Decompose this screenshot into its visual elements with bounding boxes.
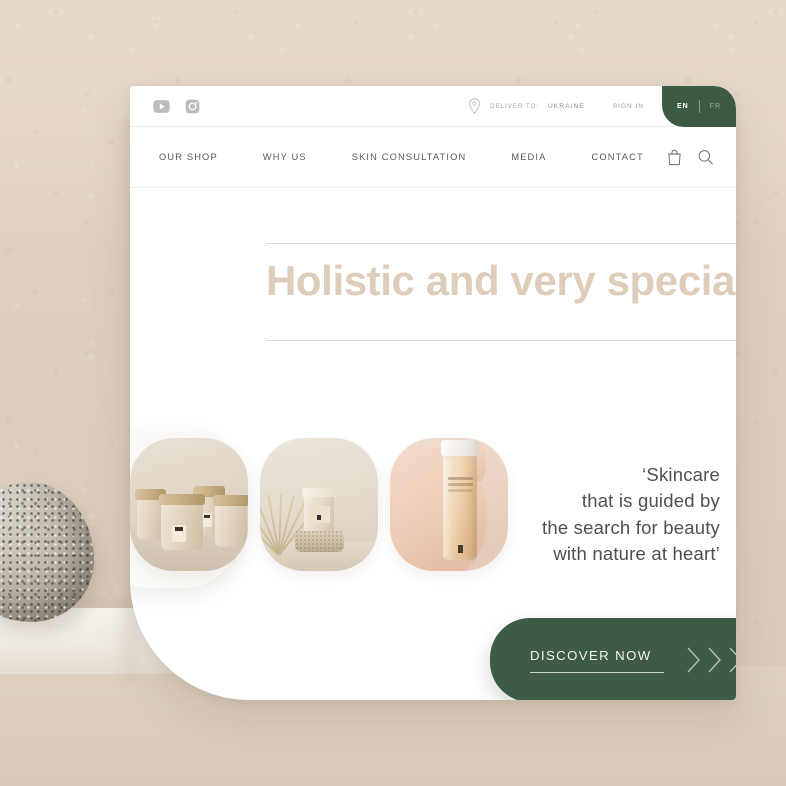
product-card-row [130,426,508,618]
main-navigation: OUR SHOP WHY US SKIN CONSULTATION MEDIA … [130,127,736,188]
discover-now-button[interactable]: DISCOVER NOW [490,618,736,700]
serum-bottle [441,440,480,561]
instagram-icon[interactable] [184,99,201,114]
utility-topbar: DELIVER TO: UKRAINE SIGN IN EN FR [130,86,736,127]
nav-icons-group [666,148,714,166]
cream-jar-b [158,493,206,550]
product-card-cream-jars[interactable] [130,438,248,571]
nav-links-group: OUR SHOP WHY US SKIN CONSULTATION MEDIA … [159,152,644,162]
sign-in-link[interactable]: SIGN IN [613,103,644,110]
cream-jar-d [212,495,248,548]
product-image-cream-jars [130,438,248,571]
language-option-fr[interactable]: FR [700,103,731,110]
product-image-jar-on-stone [260,438,378,571]
deliver-to-country[interactable]: UKRAINE [548,103,585,110]
shopping-bag-icon[interactable] [666,148,683,166]
cta-label: DISCOVER NOW [530,647,652,663]
nav-item-skin-consultation[interactable]: SKIN CONSULTATION [352,152,467,162]
cta-label-wrap: DISCOVER NOW [530,648,664,673]
product-card-jar-on-stone[interactable] [260,438,378,571]
map-pin-icon [468,98,481,114]
website-card: DELIVER TO: UKRAINE SIGN IN EN FR OUR SH… [130,86,736,700]
cta-underline [530,671,664,673]
travertine-stone [295,529,345,553]
mockup-scene: DELIVER TO: UKRAINE SIGN IN EN FR OUR SH… [0,0,786,786]
chevron-right-icon [684,643,736,677]
hero-rule-top [266,243,736,244]
cream-jar [301,488,337,532]
social-links [153,99,201,114]
nav-item-media[interactable]: MEDIA [511,152,546,162]
nav-item-our-shop[interactable]: OUR SHOP [159,152,218,162]
product-image-serum-bottle [390,438,508,571]
stone-speckle-texture [0,482,94,622]
youtube-icon[interactable] [153,99,170,114]
product-card-serum-bottle[interactable] [390,438,508,571]
topbar-right-group: DELIVER TO: UKRAINE SIGN IN EN FR [468,86,736,127]
page-title: Holistic and very special [266,257,736,304]
nav-item-contact[interactable]: CONTACT [592,152,644,162]
language-option-en[interactable]: EN [667,103,699,110]
search-icon[interactable] [697,148,714,166]
nav-item-why-us[interactable]: WHY US [263,152,307,162]
hero-rule-bottom [266,340,736,341]
decor-stone [0,482,94,622]
language-switcher[interactable]: EN FR [662,86,736,127]
website-card-clip: DELIVER TO: UKRAINE SIGN IN EN FR OUR SH… [130,86,736,700]
deliver-to-label: DELIVER TO: [490,102,539,110]
pampas-grass [260,493,318,556]
